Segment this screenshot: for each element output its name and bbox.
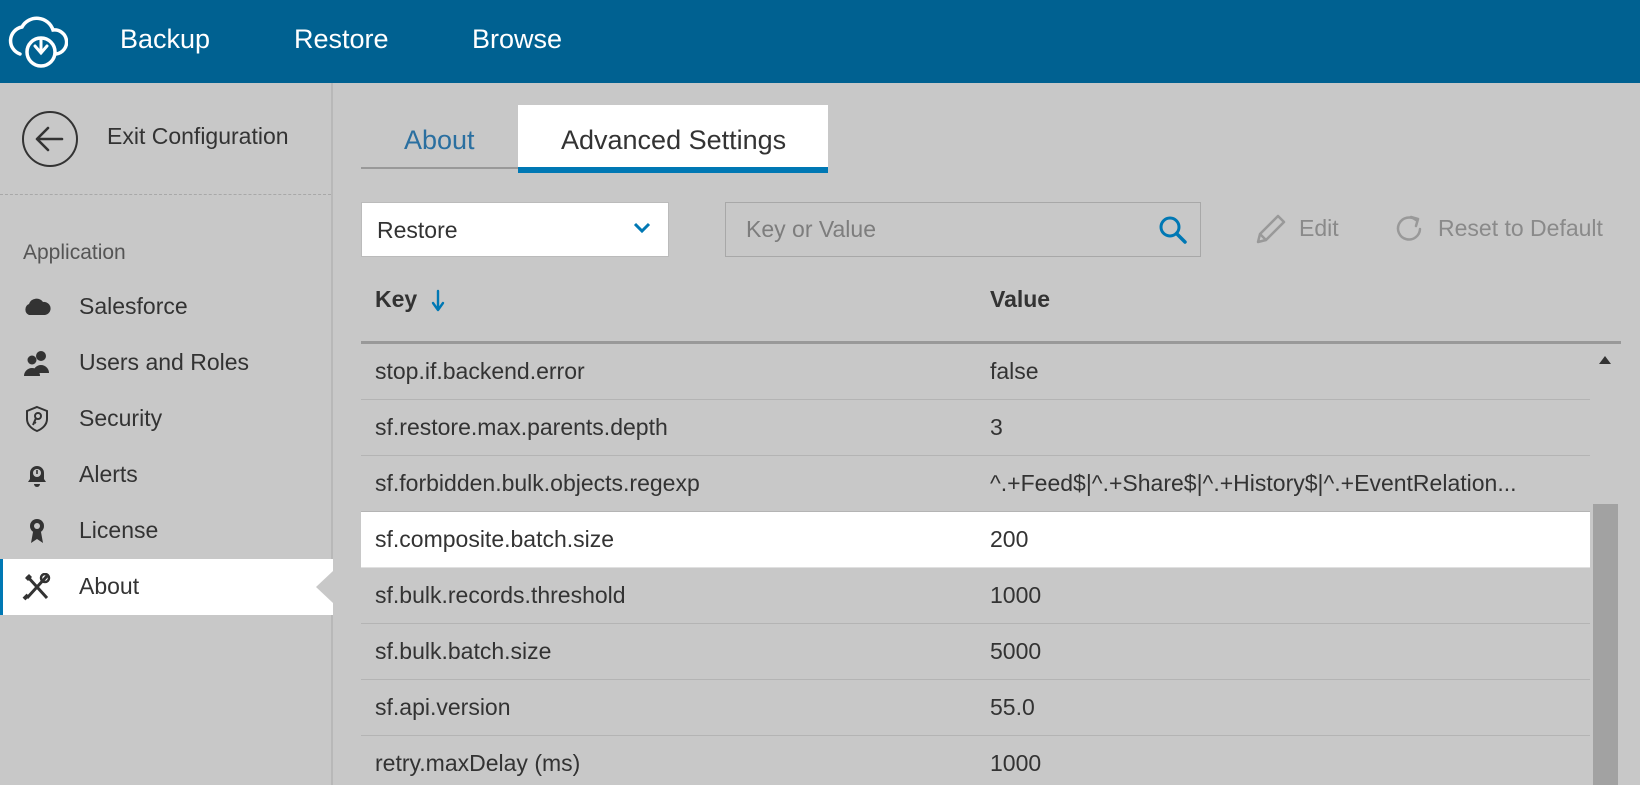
table-row[interactable]: sf.forbidden.bulk.objects.regexp ^.+Feed… bbox=[361, 456, 1590, 512]
tab-about[interactable]: About bbox=[361, 105, 518, 173]
sidebar-item-label: Salesforce bbox=[79, 293, 188, 319]
users-icon bbox=[24, 351, 49, 376]
reset-label: Reset to Default bbox=[1438, 215, 1603, 241]
search-icon[interactable] bbox=[1158, 215, 1188, 245]
sidebar-item-users-and-roles[interactable]: Users and Roles bbox=[0, 335, 333, 391]
cell-value: false bbox=[990, 358, 1039, 384]
scroll-thumb[interactable] bbox=[1593, 504, 1618, 785]
cell-key: stop.if.backend.error bbox=[375, 358, 585, 384]
back-arrow-icon bbox=[22, 111, 78, 167]
reset-icon bbox=[1396, 215, 1422, 241]
tab-label: Advanced Settings bbox=[561, 125, 787, 155]
category-select[interactable]: Restore bbox=[361, 202, 669, 257]
cell-key: sf.composite.batch.size bbox=[375, 526, 615, 552]
exit-configuration-button[interactable]: Exit Configuration bbox=[0, 83, 331, 195]
table-row[interactable]: sf.bulk.batch.size 5000 bbox=[361, 624, 1590, 680]
sidebar-item-license[interactable]: License bbox=[0, 503, 333, 559]
chevron-down-icon bbox=[633, 222, 651, 234]
cell-key: sf.bulk.batch.size bbox=[375, 638, 552, 664]
top-nav-bar: Backup Restore Browse bbox=[0, 0, 1640, 83]
search-input[interactable] bbox=[726, 203, 1146, 256]
topnav-restore[interactable]: Restore bbox=[294, 24, 389, 55]
sidebar-item-security[interactable]: Security bbox=[0, 391, 333, 447]
column-header-key[interactable]: Key bbox=[375, 286, 417, 313]
cell-key: retry.maxDelay (ms) bbox=[375, 750, 581, 776]
table-row[interactable]: retry.maxDelay (ms) 1000 bbox=[361, 736, 1590, 785]
cell-value: 55.0 bbox=[990, 694, 1035, 720]
cell-value: ^.+Feed$|^.+Share$|^.+History$|^.+EventR… bbox=[990, 470, 1517, 496]
table-row[interactable]: stop.if.backend.error false bbox=[361, 344, 1590, 400]
topnav-backup[interactable]: Backup bbox=[120, 24, 210, 55]
table-scrollbar[interactable] bbox=[1590, 344, 1621, 785]
sidebar-item-label: Users and Roles bbox=[79, 349, 250, 375]
sidebar-item-salesforce[interactable]: Salesforce bbox=[0, 279, 333, 335]
cell-key: sf.api.version bbox=[375, 694, 511, 720]
cell-value: 3 bbox=[990, 414, 1003, 440]
cell-key: sf.bulk.records.threshold bbox=[375, 582, 626, 608]
edit-label: Edit bbox=[1299, 215, 1339, 241]
table-row[interactable]: sf.api.version 55.0 bbox=[361, 680, 1590, 736]
cell-value: 1000 bbox=[990, 750, 1042, 776]
topnav-browse[interactable]: Browse bbox=[472, 24, 562, 55]
sidebar-item-label: About bbox=[79, 573, 140, 599]
category-select-value: Restore bbox=[377, 217, 458, 243]
shield-key-icon bbox=[26, 405, 48, 433]
cell-value: 200 bbox=[990, 526, 1029, 552]
tools-icon bbox=[22, 573, 51, 601]
reset-to-default-button[interactable]: Reset to Default bbox=[1394, 212, 1610, 246]
column-header-value: Value bbox=[990, 286, 1051, 312]
cell-value: 1000 bbox=[990, 582, 1042, 608]
search-box bbox=[725, 202, 1201, 257]
bell-alert-icon bbox=[28, 466, 46, 487]
cell-value: 5000 bbox=[990, 638, 1042, 664]
sort-down-arrow-icon[interactable] bbox=[431, 289, 445, 313]
exit-configuration-label: Exit Configuration bbox=[107, 123, 289, 149]
logo-icon[interactable] bbox=[6, 10, 68, 72]
sidebar-item-label: License bbox=[79, 517, 159, 543]
award-icon bbox=[30, 519, 44, 543]
active-indicator bbox=[316, 571, 333, 603]
pencil-icon bbox=[1256, 214, 1286, 244]
sidebar-item-about[interactable]: About bbox=[0, 559, 333, 615]
sidebar: Exit Configuration Application Salesforc… bbox=[0, 83, 333, 785]
tab-advanced-settings[interactable]: Advanced Settings bbox=[518, 105, 828, 173]
edit-button[interactable]: Edit bbox=[1254, 212, 1344, 246]
table-row-selected[interactable]: sf.composite.batch.size 200 bbox=[361, 512, 1590, 568]
table-row[interactable]: sf.bulk.records.threshold 1000 bbox=[361, 568, 1590, 624]
sidebar-item-label: Alerts bbox=[79, 461, 138, 487]
sidebar-item-alerts[interactable]: Alerts bbox=[0, 447, 333, 503]
cloud-icon bbox=[25, 298, 51, 315]
cell-key: sf.restore.max.parents.depth bbox=[375, 414, 668, 440]
sidebar-item-label: Security bbox=[79, 405, 163, 431]
cell-key: sf.forbidden.bulk.objects.regexp bbox=[375, 470, 700, 496]
tab-label: About bbox=[404, 125, 475, 155]
settings-table-body: stop.if.backend.error false sf.restore.m… bbox=[361, 344, 1590, 785]
table-row[interactable]: sf.restore.max.parents.depth 3 bbox=[361, 400, 1590, 456]
scroll-up-arrow-icon[interactable] bbox=[1599, 356, 1611, 364]
section-label-application: Application bbox=[23, 241, 126, 264]
